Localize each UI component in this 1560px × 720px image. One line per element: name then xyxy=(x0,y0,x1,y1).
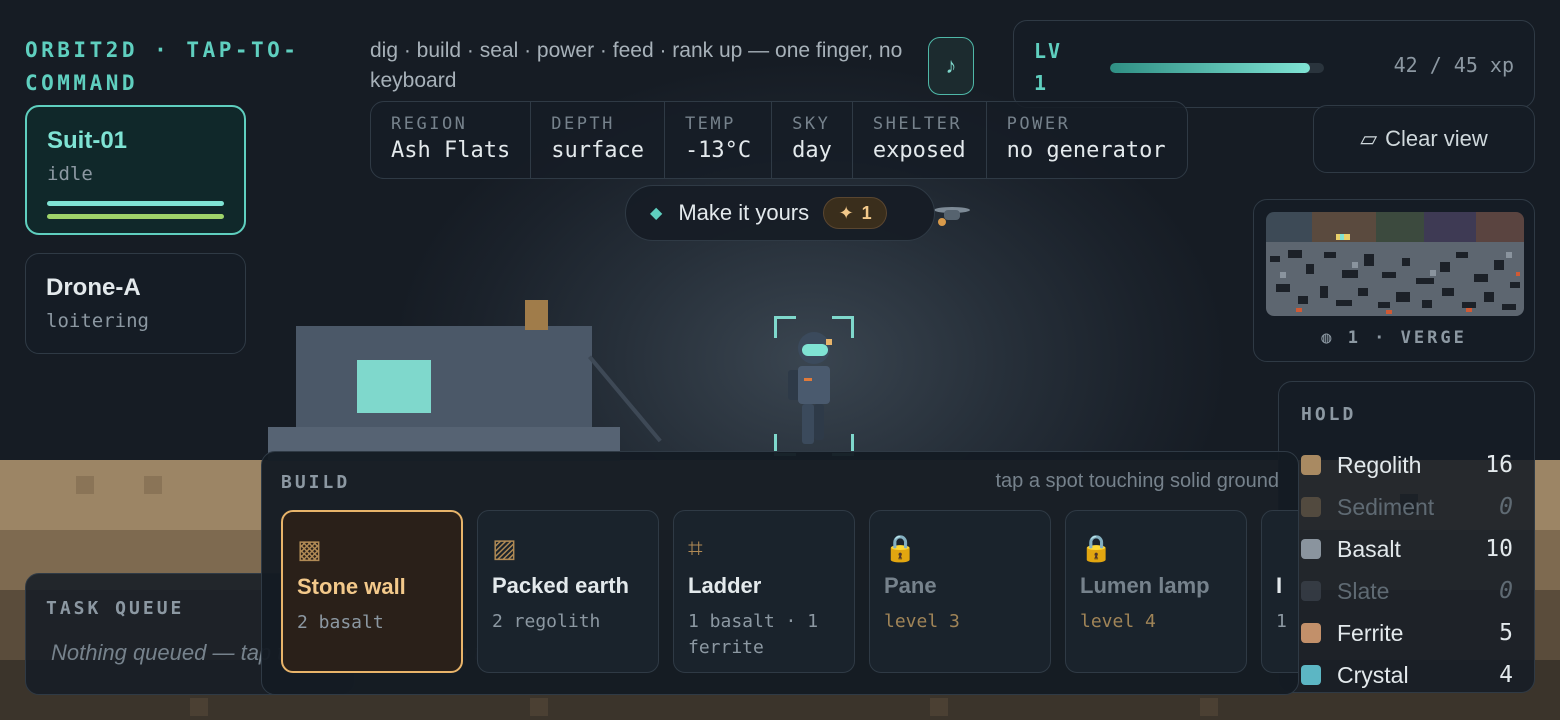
xp-text: 42 / 45 xp xyxy=(1393,53,1514,77)
level-label: LV 1 xyxy=(1034,39,1063,95)
build-title: BUILD xyxy=(281,472,351,493)
minimap-image[interactable] xyxy=(1266,212,1524,316)
music-note-icon: ♪ xyxy=(945,53,957,78)
hold-item-regolith: Regolith 16 xyxy=(1301,444,1513,486)
build-card-stone-wall[interactable]: ▩ Stone wall 2 basalt xyxy=(281,510,463,673)
status-sky: SKY day xyxy=(772,102,853,178)
status-region: REGION Ash Flats xyxy=(371,102,532,178)
crystal-swatch xyxy=(1301,665,1321,685)
status-shelter: SHELTER exposed xyxy=(853,102,987,178)
points-badge: ✦ 1 xyxy=(823,197,888,229)
clear-view-label: Clear view xyxy=(1385,126,1488,151)
xp-progress-fill xyxy=(1110,63,1310,73)
make-it-yours-label: Make it yours xyxy=(678,200,810,225)
hold-list: Regolith 16 Sediment 0 Basalt 10 Slate 0… xyxy=(1301,444,1513,696)
build-card-packed-earth[interactable]: ▨ Packed earth 2 regolith xyxy=(477,510,659,673)
unit-state: idle xyxy=(47,163,93,185)
minimap-panel[interactable]: ◍ 1 · VERGE xyxy=(1253,199,1535,362)
level-panel: LV 1 42 / 45 xp xyxy=(1013,20,1535,108)
status-depth: DEPTH surface xyxy=(531,102,665,178)
hold-inventory-panel: HOLD Regolith 16 Sediment 0 Basalt 10 Sl… xyxy=(1278,381,1535,693)
lock-icon: 🔒 xyxy=(1080,533,1113,563)
unit-name: Drone-A xyxy=(46,274,141,301)
player-suit-character[interactable] xyxy=(774,316,854,456)
lock-icon: 🔒 xyxy=(884,533,917,563)
task-queue-title: TASK QUEUE xyxy=(46,598,185,619)
basalt-swatch xyxy=(1301,539,1321,559)
minimap-label: ◍ 1 · VERGE xyxy=(1321,328,1467,348)
ferrite-swatch xyxy=(1301,623,1321,643)
build-card-partial[interactable]: I 1 xyxy=(1261,510,1298,673)
unit-card-drone-a[interactable]: Drone-A loitering xyxy=(25,253,246,354)
unit-energy-bar xyxy=(47,214,224,219)
status-power: POWER no generator xyxy=(1006,114,1166,163)
unit-state: loitering xyxy=(46,310,149,332)
hold-item-sediment: Sediment 0 xyxy=(1301,486,1513,528)
unit-card-suit-01[interactable]: Suit-01 idle xyxy=(25,105,246,235)
clear-view-icon: ▱ xyxy=(1360,126,1378,151)
slate-swatch xyxy=(1301,581,1321,601)
status-temp: TEMP -13°C xyxy=(665,102,773,178)
tagline: dig · build · seal · power · feed · rank… xyxy=(370,39,903,92)
make-it-yours-button[interactable]: ◆ Make it yours ✦ 1 xyxy=(625,185,935,241)
unit-name: Suit-01 xyxy=(47,127,128,154)
build-card-lumen-lamp[interactable]: 🔒 Lumen lamp level 4 xyxy=(1065,510,1247,673)
clear-view-button[interactable]: ▱ Clear view xyxy=(1313,105,1535,173)
environment-status-strip: REGION Ash Flats DEPTH surface TEMP -13°… xyxy=(370,101,1188,179)
ladder-icon: ⌗ xyxy=(688,533,703,563)
build-card-pane[interactable]: 🔒 Pane level 3 xyxy=(869,510,1051,673)
hold-item-basalt: Basalt 10 xyxy=(1301,528,1513,570)
hold-item-slate: Slate 0 xyxy=(1301,570,1513,612)
regolith-swatch xyxy=(1301,455,1321,475)
unit-health-bar xyxy=(47,201,224,206)
habitat-window xyxy=(357,360,431,413)
build-panel: BUILD tap a spot touching solid ground ▩… xyxy=(261,451,1299,695)
globe-icon: ◍ xyxy=(1321,328,1335,348)
diamond-icon: ◆ xyxy=(650,205,663,222)
hold-title: HOLD xyxy=(1301,404,1357,425)
sparkle-icon: ✦ xyxy=(838,202,854,223)
packed-earth-icon: ▨ xyxy=(492,533,517,563)
hold-item-ferrite: Ferrite 5 xyxy=(1301,612,1513,654)
xp-progress-bar xyxy=(1110,63,1324,73)
build-hint: tap a spot touching solid ground xyxy=(995,470,1279,492)
stone-wall-icon: ▩ xyxy=(297,534,322,564)
music-toggle-button[interactable]: ♪ xyxy=(928,37,974,95)
build-card-list: ▩ Stone wall 2 basalt ▨ Packed earth 2 r… xyxy=(281,510,1298,673)
sediment-swatch xyxy=(1301,497,1321,517)
habitat-structure[interactable] xyxy=(268,298,662,468)
build-card-ladder[interactable]: ⌗ Ladder 1 basalt · 1 ferrite xyxy=(673,510,855,673)
habitat-vent xyxy=(525,300,548,330)
app-title: ORBIT2D · TAP-TO-COMMAND xyxy=(25,38,300,95)
points-count: 1 xyxy=(861,202,872,223)
hold-item-crystal: Crystal 4 xyxy=(1301,654,1513,696)
